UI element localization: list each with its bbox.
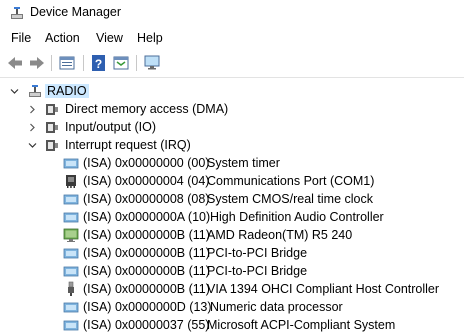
tree-item[interactable]: (ISA) 0x0000000B (11) PCI-to-PCI Bridge [0, 262, 464, 280]
chevron-right-icon[interactable] [28, 105, 37, 114]
tree-category-label: Input/output (IO) [65, 120, 157, 134]
forward-arrow-icon[interactable] [28, 54, 46, 72]
menu-view[interactable]: View [96, 31, 123, 45]
monitor-icon[interactable] [143, 54, 161, 72]
device-name: PCI-to-PCI Bridge [207, 264, 308, 278]
tree-category-label: Interrupt request (IRQ) [65, 138, 191, 152]
tree-item[interactable]: (ISA) 0x0000000B (11) PCI-to-PCI Bridge [0, 244, 464, 262]
menu-action[interactable]: Action [45, 31, 80, 45]
tree-category[interactable]: Input/output (IO) [0, 118, 464, 136]
system-device-icon [63, 266, 79, 277]
resource-folder-icon [46, 104, 58, 115]
back-arrow-icon[interactable] [6, 54, 24, 72]
properties-icon[interactable] [58, 54, 76, 72]
toolbar: ? [0, 51, 464, 76]
irq-id: (ISA) 0x00000004 (04) [83, 174, 210, 188]
usb-plug-icon [68, 281, 74, 296]
irq-id: (ISA) 0x0000000B (11) [83, 282, 210, 296]
tree-item[interactable]: (ISA) 0x00000004 (04) Communications Por… [0, 172, 464, 190]
tree-item[interactable]: (ISA) 0x0000000B (11) AMD Radeon(TM) R5 … [0, 226, 464, 244]
system-device-icon [63, 194, 79, 205]
device-name: System CMOS/real time clock [207, 192, 374, 206]
device-name: System timer [207, 156, 280, 170]
irq-id: (ISA) 0x00000037 (55) [83, 318, 210, 332]
system-device-icon [63, 302, 79, 313]
window-title: Device Manager [30, 5, 122, 19]
tree-item[interactable]: (ISA) 0x00000000 (00) System timer [0, 154, 464, 172]
menu-file[interactable]: File [11, 31, 31, 45]
irq-id: (ISA) 0x00000000 (00) [83, 156, 210, 170]
system-device-icon [63, 212, 79, 223]
port-icon [66, 175, 76, 188]
device-name: High Definition Audio Controller [210, 210, 384, 224]
tree-category-label: Direct memory access (DMA) [65, 102, 229, 116]
chevron-right-icon[interactable] [28, 123, 37, 132]
device-name: AMD Radeon(TM) R5 240 [207, 228, 353, 242]
irq-id: (ISA) 0x0000000D (13) [83, 300, 212, 314]
chevron-down-icon[interactable] [10, 87, 19, 96]
irq-id: (ISA) 0x0000000B (11) [83, 246, 210, 260]
tree-item[interactable]: (ISA) 0x0000000A (10) High Definition Au… [0, 208, 464, 226]
tree-item[interactable]: (ISA) 0x0000000B (11) VIA 1394 OHCI Comp… [0, 280, 464, 298]
title-bar: Device Manager [0, 0, 464, 26]
system-device-icon [63, 320, 79, 331]
device-tree[interactable]: RADIO Direct memory access (DMA) Input/o… [0, 78, 464, 332]
svg-text:?: ? [95, 57, 102, 71]
tree-root-label: RADIO [45, 84, 89, 98]
resource-folder-icon [46, 122, 58, 133]
tree-item[interactable]: (ISA) 0x00000037 (55) Microsoft ACPI-Com… [0, 316, 464, 334]
device-manager-icon [11, 7, 23, 19]
chevron-down-icon[interactable] [28, 141, 37, 150]
device-name: Microsoft ACPI-Compliant System [207, 318, 396, 332]
toolbar-separator [83, 55, 84, 71]
menu-bar: File Action View Help [0, 28, 464, 48]
irq-id: (ISA) 0x00000008 (08) [83, 192, 210, 206]
tree-category[interactable]: Interrupt request (IRQ) [0, 136, 464, 154]
toolbar-separator [51, 55, 52, 71]
system-device-icon [63, 248, 79, 259]
display-adapter-icon [63, 228, 79, 242]
menu-help[interactable]: Help [137, 31, 163, 45]
irq-id: (ISA) 0x0000000A (10) [83, 210, 211, 224]
tree-root[interactable]: RADIO [0, 82, 464, 100]
device-name: PCI-to-PCI Bridge [207, 246, 308, 260]
system-device-icon [63, 158, 79, 169]
tree-item[interactable]: (ISA) 0x00000008 (08) System CMOS/real t… [0, 190, 464, 208]
irq-id: (ISA) 0x0000000B (11) [83, 228, 210, 242]
tree-category[interactable]: Direct memory access (DMA) [0, 100, 464, 118]
help-icon[interactable]: ? [90, 54, 108, 72]
resource-folder-icon [46, 140, 58, 151]
show-hide-icon[interactable] [112, 54, 130, 72]
device-name: VIA 1394 OHCI Compliant Host Controller [207, 282, 440, 296]
tree-item[interactable]: (ISA) 0x0000000D (13) Numeric data proce… [0, 298, 464, 316]
toolbar-separator [136, 55, 137, 71]
computer-icon [29, 85, 41, 97]
device-name: Communications Port (COM1) [207, 174, 375, 188]
irq-id: (ISA) 0x0000000B (11) [83, 264, 210, 278]
device-name: Numeric data processor [210, 300, 343, 314]
